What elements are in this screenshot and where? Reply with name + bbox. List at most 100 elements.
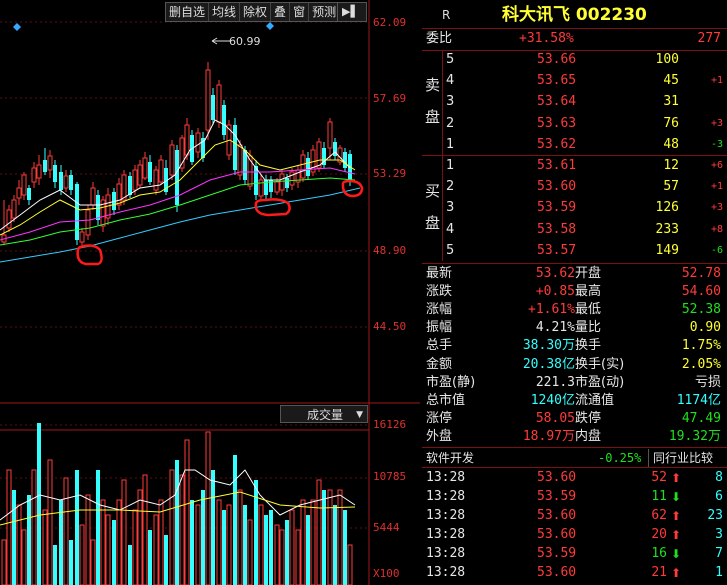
volume-bar: [190, 500, 194, 585]
volume-bar: [201, 490, 205, 585]
volume-axis-label: 16126: [373, 418, 407, 431]
volume-bar: [254, 480, 258, 585]
annotation-circle: [76, 244, 103, 266]
toolbar-overlay[interactable]: 叠: [271, 3, 291, 21]
volume-bar: [53, 545, 57, 585]
stat-row: 振幅 4.21% 量比 0.90: [422, 319, 727, 337]
stat-value: 0.90: [689, 320, 721, 336]
stat-label: 换手: [575, 338, 602, 354]
weibi-row: 委比 +31.58% 277: [422, 30, 727, 48]
kline-chart[interactable]: 60.99: [0, 0, 420, 585]
stat-value: 53.62: [535, 266, 575, 281]
buy-level-row[interactable]: 3 53.59 126 +3: [422, 199, 727, 217]
volume-bar: [1, 539, 7, 585]
volume-bar: [233, 455, 237, 585]
buy-level-row[interactable]: 2 53.60 57 +1: [422, 178, 727, 196]
candlestick: [216, 84, 222, 123]
buy-change: +6: [710, 160, 723, 171]
volume-bar: [42, 509, 48, 585]
toolbar-ex-rights[interactable]: 除权: [240, 3, 272, 21]
stat-row: 最新 53.62 开盘 52.78: [422, 265, 727, 283]
candlestick: [237, 144, 243, 176]
buy-volume: 149: [655, 242, 679, 258]
buy-volume: 57: [663, 179, 679, 195]
volume-bar: [37, 423, 41, 585]
volume-indicator-select[interactable]: 成交量 ▼: [280, 405, 368, 423]
stat-label: 外盘: [426, 428, 453, 444]
volume-bar: [47, 459, 53, 585]
stat-row: 涨跌 +0.85 最高 54.60: [422, 283, 727, 301]
toolbar-moving-average[interactable]: 均线: [209, 3, 241, 21]
tick-count: 23: [707, 508, 723, 523]
volume-bar: [343, 510, 347, 585]
buy-change: +3: [710, 202, 723, 214]
sell-level: 3: [446, 94, 455, 110]
sell-level-row[interactable]: 4 53.65 45 +1: [422, 72, 727, 90]
chevron-down-icon: ▼: [356, 410, 363, 420]
buy-change: +1: [710, 181, 723, 193]
industry-compare-link[interactable]: 同行业比较: [648, 449, 713, 467]
candlestick: [195, 132, 201, 153]
kline-chart-area[interactable]: 60.99 删自选 均线 除权 叠 窗 预测 ▶▌ 62.09 57.69 53…: [0, 0, 420, 585]
tick-volume: 11: [651, 489, 667, 504]
tick-count: 6: [715, 489, 723, 504]
price-axis-label: 57.69: [373, 92, 407, 105]
volume-bar: [169, 469, 175, 585]
toolbar-remove-watchlist[interactable]: 删自选: [166, 3, 210, 21]
sell-volume: 76: [663, 115, 679, 131]
volume-bar: [96, 470, 100, 585]
candlestick: [53, 165, 57, 182]
candlestick: [85, 209, 91, 236]
stat-label: 开盘: [575, 266, 602, 281]
stat-value: 52.78: [681, 266, 721, 281]
buy-price: 53.59: [537, 200, 577, 216]
stat-value: 19.32万: [668, 428, 721, 444]
stat-row: 市盈(静) 221.3 市盈(动) 亏损: [422, 374, 727, 392]
sell-level-row[interactable]: 1 53.62 48 -3: [422, 136, 727, 154]
buy-volume: 12: [663, 158, 679, 173]
stat-label: 换手(实): [575, 356, 625, 372]
stock-badge: R: [442, 8, 451, 22]
arrow-down-icon: ⬇: [670, 547, 681, 561]
tick-time: 13:28: [426, 489, 466, 504]
buy-level-row[interactable]: 4 53.58 233 +8: [422, 221, 727, 239]
candlestick: [148, 162, 152, 182]
volume-axis-label: 10785: [373, 470, 407, 483]
buy-level-row[interactable]: 1 53.61 12 +6: [422, 157, 727, 175]
volume-bar: [121, 479, 127, 585]
volume-bar: [216, 499, 222, 585]
stat-label: 最高: [575, 284, 602, 300]
candlestick: [116, 183, 122, 206]
stat-value: 221.3: [535, 374, 575, 390]
volume-bar: [295, 529, 301, 585]
stat-row: 总市值 1240亿 流通值 1174亿: [422, 392, 727, 410]
buy-level-row[interactable]: 5 53.57 149 -6: [422, 242, 727, 260]
stat-label: 金额: [426, 356, 453, 372]
volume-bar: [279, 529, 285, 585]
toolbar-forecast[interactable]: 预测: [309, 3, 339, 21]
sell-level-row[interactable]: 2 53.63 76 +3: [422, 115, 727, 133]
arrow-menu-icon[interactable]: ▶▌: [337, 2, 367, 22]
candlestick: [343, 152, 347, 168]
stat-value: 4.21%: [535, 320, 575, 336]
candlestick: [289, 171, 295, 186]
stat-label: 最新: [426, 266, 453, 281]
tick-volume: 16: [651, 546, 667, 561]
volume-bar: [184, 439, 190, 585]
sell-level-row[interactable]: 3 53.64 31: [422, 93, 727, 111]
volume-bar: [16, 504, 22, 585]
sell-price: 53.63: [537, 115, 577, 131]
arrow-up-icon: ⬆: [670, 566, 681, 580]
sell-level-row[interactable]: 5 53.66 100: [422, 51, 727, 69]
sector-name[interactable]: 软件开发: [426, 449, 474, 467]
toolbar-window[interactable]: 窗: [290, 3, 310, 21]
stat-value: 47.49: [681, 410, 721, 426]
tick-time: 13:28: [426, 546, 466, 561]
stat-row: 涨幅 +1.61% 最低 52.38: [422, 301, 727, 319]
candlestick: [327, 121, 333, 149]
sector-row[interactable]: 软件开发 -0.25% 同行业比较: [422, 449, 727, 467]
date-marker-icon: [13, 23, 21, 31]
sell-price: 53.66: [537, 52, 577, 67]
volume-bar: [306, 515, 310, 585]
volume-bar: [337, 489, 343, 585]
